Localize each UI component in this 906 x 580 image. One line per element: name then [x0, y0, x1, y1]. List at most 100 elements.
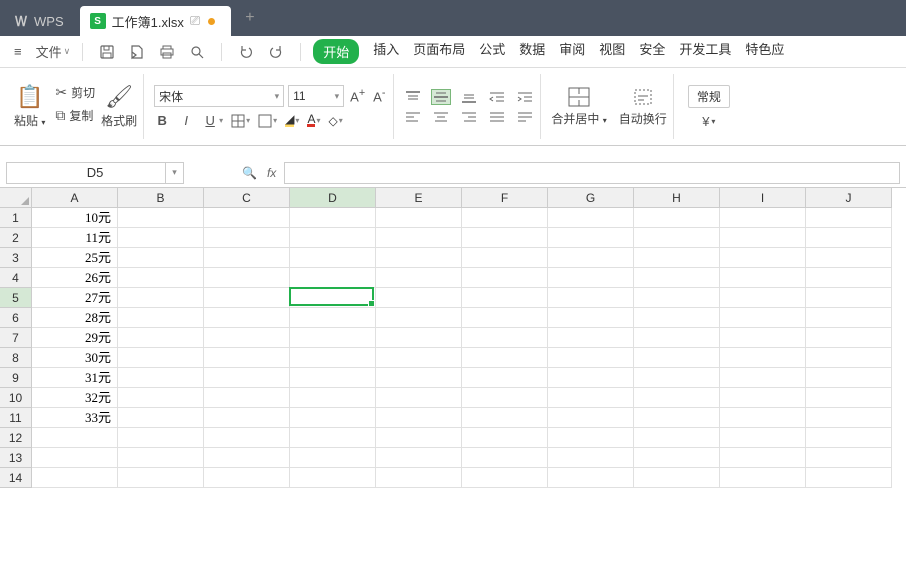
align-left-button[interactable]: [404, 110, 422, 124]
increase-indent-button[interactable]: [516, 90, 534, 104]
borders-button[interactable]: ▾: [231, 114, 250, 128]
formula-input[interactable]: [284, 162, 900, 184]
row-header[interactable]: 8: [0, 348, 32, 368]
cell[interactable]: [462, 368, 548, 388]
cell[interactable]: [290, 268, 376, 288]
row-header[interactable]: 11: [0, 408, 32, 428]
cell[interactable]: [548, 288, 634, 308]
cell[interactable]: [548, 208, 634, 228]
shrink-font-button[interactable]: A-: [371, 87, 387, 104]
cell[interactable]: [462, 428, 548, 448]
name-box[interactable]: D5 ▾: [6, 162, 184, 184]
cell[interactable]: [634, 248, 720, 268]
cell[interactable]: [548, 308, 634, 328]
zoom-icon[interactable]: 🔍: [242, 166, 257, 180]
cell[interactable]: [290, 248, 376, 268]
cell[interactable]: [118, 228, 204, 248]
cell[interactable]: 30元: [32, 348, 118, 368]
cell[interactable]: [806, 408, 892, 428]
cell[interactable]: [720, 428, 806, 448]
select-all-corner[interactable]: [0, 188, 32, 208]
cell[interactable]: [118, 268, 204, 288]
cell[interactable]: [634, 408, 720, 428]
font-size-select[interactable]: 11▾: [288, 85, 344, 107]
cell[interactable]: [806, 368, 892, 388]
font-color-button[interactable]: A▾: [307, 114, 320, 127]
cell[interactable]: [634, 308, 720, 328]
cell[interactable]: 28元: [32, 308, 118, 328]
column-header[interactable]: I: [720, 188, 806, 208]
row-header[interactable]: 7: [0, 328, 32, 348]
row-header[interactable]: 9: [0, 368, 32, 388]
cell[interactable]: [290, 308, 376, 328]
cell[interactable]: [118, 328, 204, 348]
cell[interactable]: [720, 228, 806, 248]
cell[interactable]: [462, 388, 548, 408]
cell[interactable]: [548, 428, 634, 448]
cell[interactable]: [634, 428, 720, 448]
cell[interactable]: [720, 328, 806, 348]
cell[interactable]: [634, 228, 720, 248]
cell[interactable]: [634, 328, 720, 348]
cell[interactable]: [806, 428, 892, 448]
row-header[interactable]: 4: [0, 268, 32, 288]
italic-button[interactable]: I: [178, 113, 194, 128]
cell[interactable]: [204, 228, 290, 248]
cell[interactable]: [634, 468, 720, 488]
cell[interactable]: [548, 388, 634, 408]
wrap-text-button[interactable]: 自动换行: [619, 86, 667, 127]
cast-icon[interactable]: ⎚: [190, 13, 200, 29]
cell[interactable]: [32, 468, 118, 488]
row-header[interactable]: 3: [0, 248, 32, 268]
fill-color-button[interactable]: ◢▾: [285, 114, 299, 127]
cell[interactable]: 10元: [32, 208, 118, 228]
cell[interactable]: 31元: [32, 368, 118, 388]
cell[interactable]: [204, 308, 290, 328]
cell[interactable]: [376, 328, 462, 348]
column-header[interactable]: B: [118, 188, 204, 208]
cell[interactable]: [462, 468, 548, 488]
cell[interactable]: [32, 428, 118, 448]
cell[interactable]: 33元: [32, 408, 118, 428]
cell[interactable]: [32, 448, 118, 468]
cell[interactable]: [806, 208, 892, 228]
cell[interactable]: [634, 388, 720, 408]
cell[interactable]: [204, 388, 290, 408]
cell[interactable]: [462, 268, 548, 288]
cell[interactable]: [290, 348, 376, 368]
cell[interactable]: [290, 408, 376, 428]
cell[interactable]: [118, 468, 204, 488]
font-name-select[interactable]: 宋体▾: [154, 85, 284, 107]
cell[interactable]: [204, 368, 290, 388]
cell[interactable]: [376, 248, 462, 268]
cell[interactable]: [806, 348, 892, 368]
align-middle-button[interactable]: [432, 90, 450, 104]
cell[interactable]: [290, 448, 376, 468]
cell[interactable]: [118, 348, 204, 368]
new-tab-button[interactable]: +: [231, 9, 268, 27]
cell[interactable]: [720, 288, 806, 308]
cell[interactable]: [204, 408, 290, 428]
cell[interactable]: [204, 468, 290, 488]
tab-data[interactable]: 数据: [519, 39, 545, 64]
tab-developer[interactable]: 开发工具: [679, 39, 731, 64]
cell[interactable]: [548, 228, 634, 248]
cell[interactable]: [290, 208, 376, 228]
cell[interactable]: [634, 208, 720, 228]
cell[interactable]: [376, 408, 462, 428]
row-header[interactable]: 13: [0, 448, 32, 468]
decrease-indent-button[interactable]: [488, 90, 506, 104]
cell[interactable]: [376, 368, 462, 388]
column-header[interactable]: F: [462, 188, 548, 208]
cell[interactable]: [462, 308, 548, 328]
cell[interactable]: [634, 268, 720, 288]
cell[interactable]: [204, 288, 290, 308]
cell[interactable]: [720, 368, 806, 388]
row-header[interactable]: 2: [0, 228, 32, 248]
redo-icon[interactable]: [266, 42, 286, 62]
merge-center-button[interactable]: 合并居中 ▾: [551, 86, 606, 127]
cell[interactable]: [204, 448, 290, 468]
row-header[interactable]: 12: [0, 428, 32, 448]
tab-page-layout[interactable]: 页面布局: [413, 39, 465, 64]
cell[interactable]: [720, 268, 806, 288]
